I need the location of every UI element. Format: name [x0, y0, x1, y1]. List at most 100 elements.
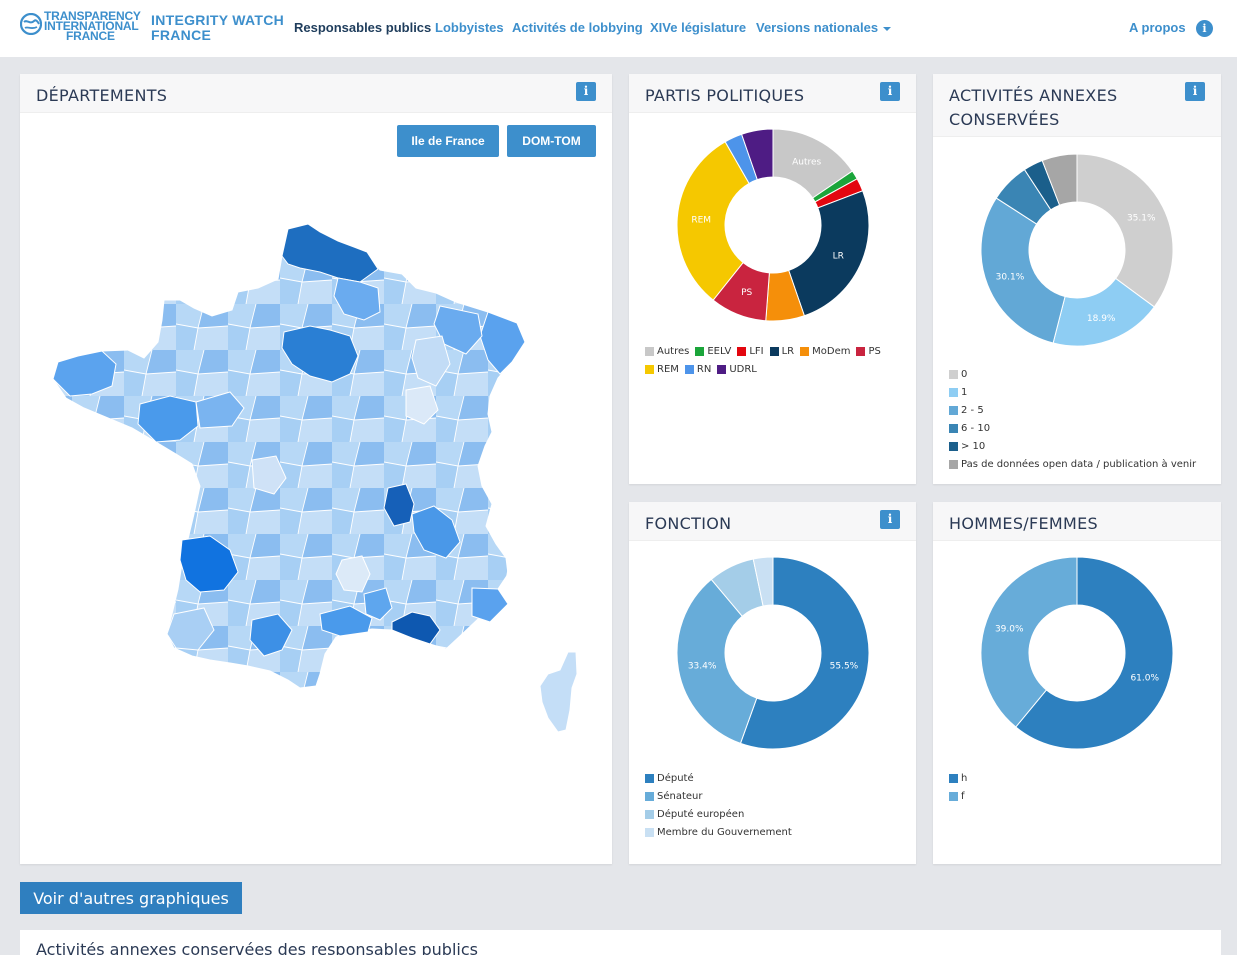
dept-var-alpes[interactable]	[471, 587, 509, 623]
fonction-legend-item-1[interactable]: Sénateur	[645, 787, 910, 805]
legend-label: EELV	[707, 345, 732, 357]
annexes-slice-0[interactable]	[1076, 153, 1174, 308]
legend-label: f	[961, 790, 965, 802]
nav-activites-lobbying[interactable]: Activités de lobbying	[512, 20, 643, 35]
corse[interactable]	[539, 651, 578, 733]
legend-label: Pas de données open data / publication à…	[961, 458, 1197, 470]
legend-label: LR	[781, 345, 795, 357]
caret-down-icon	[883, 26, 892, 31]
legend-swatch	[856, 346, 866, 356]
bottom-card: Activités annexes conservées des respons…	[20, 930, 1221, 955]
france-map[interactable]	[20, 74, 612, 864]
annexes-legend: 0 1 2 - 5 6 - 10 > 10 Pas de données open dat…	[949, 365, 1217, 473]
navbar: TRANSPARENCY INTERNATIONAL FRANCE INTEGR…	[0, 0, 1237, 57]
bottom-title: Activités annexes conservées des respons…	[36, 940, 478, 955]
legend-swatch	[949, 773, 958, 783]
annexes-slice-label-1: 18.9%	[1087, 314, 1116, 324]
partis-legend: Autres EELV LFI LR MoDem PS REM RN UDRL	[645, 342, 910, 378]
nav-a-propos[interactable]: A propos	[1129, 20, 1186, 35]
annexes-legend-item-3[interactable]: 6 - 10	[949, 419, 1217, 437]
sexe-legend-item-0[interactable]: h	[949, 769, 1214, 787]
globe-icon	[20, 13, 42, 35]
legend-swatch	[645, 809, 654, 819]
fonction-card: FONCTION i 55.5% 33.4% Député Sénateur Dépu…	[629, 502, 916, 864]
partis-legend-item-4[interactable]: MoDem	[800, 342, 850, 360]
legend-label: Membre du Gouvernement	[657, 826, 792, 838]
nav-versions-nationales[interactable]: Versions nationales	[756, 20, 892, 35]
partis-legend-item-0[interactable]: Autres	[645, 342, 689, 360]
fonction-legend-item-3[interactable]: Membre du Gouvernement	[645, 823, 910, 841]
nav-responsables-publics[interactable]: Responsables publics	[294, 20, 431, 35]
legend-swatch	[949, 423, 958, 433]
ti-logo[interactable]: TRANSPARENCY INTERNATIONAL FRANCE	[20, 9, 141, 43]
legend-swatch	[695, 346, 705, 356]
annexes-legend-item-2[interactable]: 2 - 5	[949, 401, 1217, 419]
partis-slice-label-5: PS	[741, 288, 752, 298]
annexes-legend-item-4[interactable]: > 10	[949, 437, 1217, 455]
partis-legend-item-6[interactable]: REM	[645, 360, 679, 378]
legend-label: 2 - 5	[961, 404, 984, 416]
legend-label: Député	[657, 772, 694, 784]
partis-slice-label-6: REM	[691, 216, 711, 226]
legend-swatch	[949, 459, 958, 469]
partis-legend-item-1[interactable]: EELV	[695, 342, 731, 360]
partis-legend-item-7[interactable]: RN	[684, 360, 712, 378]
annexes-slice-2[interactable]	[980, 197, 1066, 344]
fonction-legend-item-0[interactable]: Député	[645, 769, 910, 787]
legend-label: UDRL	[729, 363, 757, 375]
info-icon[interactable]: i	[1196, 20, 1213, 37]
partis-slice-label-3: LR	[833, 251, 844, 261]
departements-card: DÉPARTEMENTS i Ile de France DOM-TOM	[20, 74, 612, 864]
france-mainland[interactable]	[52, 223, 526, 689]
legend-swatch	[645, 346, 654, 356]
hommes-femmes-card: HOMMES/FEMMES 61.0% 39.0% hf	[933, 502, 1221, 864]
integrity-watch-logo[interactable]: INTEGRITY WATCH FRANCE	[151, 13, 284, 43]
nav-lobbyistes[interactable]: Lobbyistes	[435, 20, 504, 35]
annexes-legend-item-5[interactable]: Pas de données open data / publication à…	[949, 455, 1217, 473]
legend-swatch	[949, 405, 958, 415]
legend-swatch	[737, 346, 747, 356]
annexes-slice-label-0: 35.1%	[1127, 214, 1156, 224]
legend-label: LFI	[749, 345, 764, 357]
sexe-slice-label-0: 61.0%	[1130, 673, 1159, 683]
legend-swatch	[949, 441, 958, 451]
partis-politiques-card: PARTIS POLITIQUES i Autres LR PS REM Autres…	[629, 74, 916, 484]
legend-label: REM	[657, 363, 679, 375]
legend-label: Député européen	[657, 808, 745, 820]
annexes-legend-item-0[interactable]: 0	[949, 365, 1217, 383]
legend-label: Autres	[657, 345, 690, 357]
fonction-slice-label-1: 33.4%	[688, 662, 717, 672]
legend-label: RN	[696, 363, 712, 375]
fonction-legend: Député Sénateur Député européen Membre du G…	[645, 769, 910, 841]
legend-swatch	[645, 791, 654, 801]
partis-slice-label-0: Autres	[792, 157, 821, 167]
fonction-legend-item-2[interactable]: Député européen	[645, 805, 910, 823]
ti-wordmark: TRANSPARENCY INTERNATIONAL FRANCE	[44, 9, 141, 43]
sexe-donut-chart[interactable]: 61.0% 39.0%	[933, 502, 1221, 762]
partis-legend-item-8[interactable]: UDRL	[717, 360, 757, 378]
annexes-slice-label-2: 30.1%	[996, 272, 1025, 282]
legend-label: PS	[868, 345, 881, 357]
voir-autres-graphiques-button[interactable]: Voir d'autres graphiques	[20, 882, 242, 914]
legend-swatch	[800, 346, 810, 356]
annexes-donut-chart[interactable]: 35.1% 18.9% 30.1%	[933, 74, 1221, 364]
legend-swatch	[949, 369, 958, 379]
partis-slice-3[interactable]	[788, 190, 870, 317]
legend-swatch	[717, 364, 727, 374]
legend-swatch	[949, 387, 958, 397]
partis-donut-chart[interactable]: Autres LR PS REM	[629, 74, 916, 334]
legend-swatch	[949, 791, 958, 801]
legend-label: 0	[961, 368, 968, 380]
sexe-slice-label-1: 39.0%	[995, 625, 1024, 635]
activites-annexes-card: ACTIVITÉS ANNEXES CONSERVÉES i 35.1% 18.9…	[933, 74, 1221, 484]
partis-legend-item-2[interactable]: LFI	[737, 342, 764, 360]
partis-legend-item-3[interactable]: LR	[769, 342, 795, 360]
annexes-legend-item-1[interactable]: 1	[949, 383, 1217, 401]
nav-xive-legislature[interactable]: XIVe législature	[650, 20, 746, 35]
sexe-legend-item-1[interactable]: f	[949, 787, 1214, 805]
fonction-slice-label-0: 55.5%	[830, 661, 859, 671]
legend-swatch	[645, 827, 654, 837]
partis-legend-item-5[interactable]: PS	[856, 342, 881, 360]
fonction-donut-chart[interactable]: 55.5% 33.4%	[629, 502, 916, 762]
legend-label: > 10	[961, 440, 986, 452]
